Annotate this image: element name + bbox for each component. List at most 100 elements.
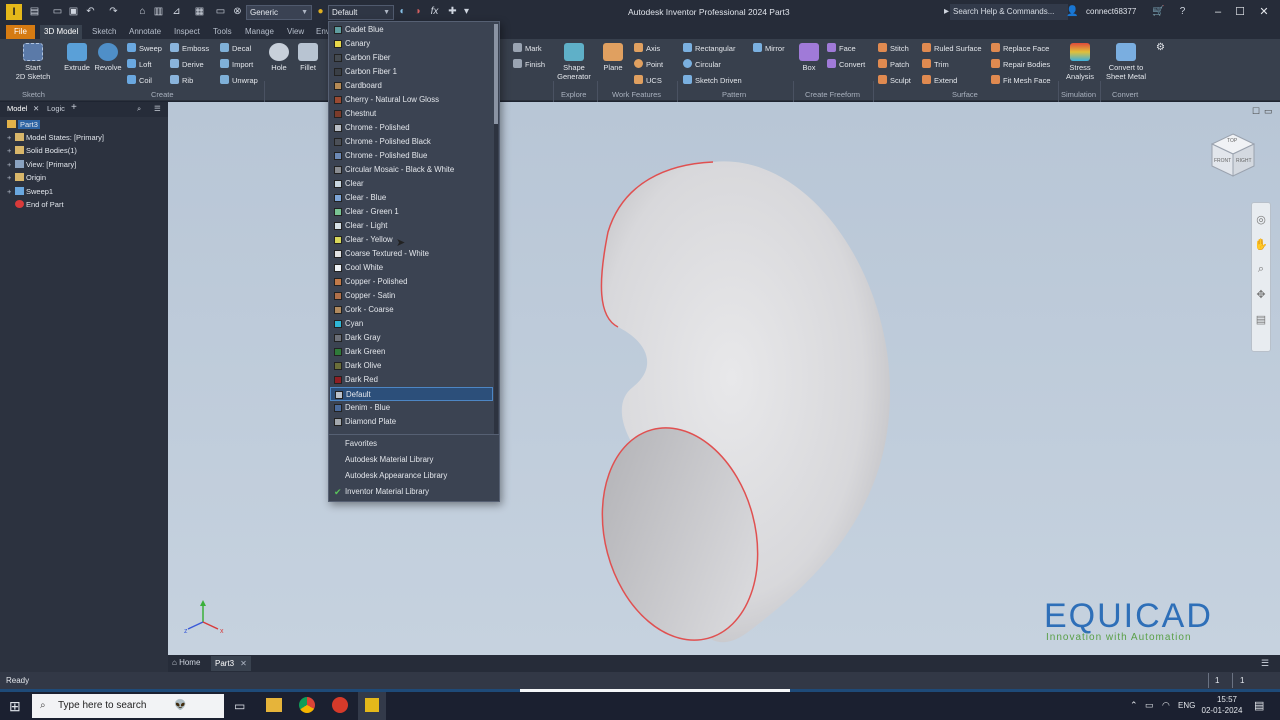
zoom-icon[interactable]: ⌕ [1252,263,1270,276]
decal-button[interactable]: Decal [220,43,251,54]
material-item[interactable]: Clear [330,177,493,191]
emboss-button[interactable]: Emboss [170,43,209,54]
face-button[interactable]: Face [827,43,856,54]
material-item[interactable]: Cardboard [330,79,493,93]
finish-button[interactable]: Finish [513,59,545,70]
library-inventor-material[interactable]: ✔ Inventor Material Library [330,484,498,500]
language-indicator[interactable]: ENG [1178,701,1195,710]
tray-device-icon[interactable]: ▭ [1145,700,1154,711]
measure-icon[interactable]: ⊿ [170,5,183,18]
add-tab-icon[interactable]: + [71,102,77,113]
tab-sketch[interactable]: Sketch [88,25,120,39]
material-item[interactable]: Clear - Blue [330,191,493,205]
material-item[interactable]: Clear - Yellow [330,233,493,247]
tree-item-solid-bodies[interactable]: + Solid Bodies(1) [7,146,77,156]
material-item[interactable]: Clear - Light [330,219,493,233]
browser-tab-model[interactable]: Model [7,104,27,113]
sketch-driven-pattern-button[interactable]: Sketch Driven [683,75,742,86]
repair-bodies-button[interactable]: Repair Bodies [991,59,1050,70]
close-icon[interactable]: ✕ [1256,4,1272,20]
mark-button[interactable]: Mark [513,43,542,54]
derive-button[interactable]: Derive [170,59,204,70]
menu-icon[interactable]: ☰ [154,104,161,113]
tree-item-view[interactable]: + View: [Primary] [7,160,76,170]
tree-item-model-states[interactable]: + Model States: [Primary] [7,133,104,143]
stress-analysis-button[interactable]: Stress Analysis [1061,43,1099,81]
clock-date[interactable]: 02-01-2024 [1198,706,1246,715]
box-button[interactable]: Box [797,43,821,72]
mirror-button[interactable]: Mirror [753,43,785,54]
tab-view[interactable]: View [283,25,308,39]
recorder-icon[interactable] [332,697,348,713]
point-button[interactable]: Point [634,59,663,70]
list-scrollbar[interactable] [494,24,498,434]
tab-menu-icon[interactable]: ☰ [1261,658,1269,669]
appearance-icon[interactable]: ◐ [396,5,409,18]
close-circle-icon[interactable]: ⊗ [231,5,244,18]
material-item[interactable]: Chrome - Polished Black [330,135,493,149]
steering-wheel-icon[interactable]: ◎ [1252,213,1270,226]
qat-customize-icon[interactable]: ▾ [460,5,473,18]
search-icon[interactable]: ⌕ [137,104,141,114]
material-item[interactable]: Default [330,387,493,401]
circular-pattern-button[interactable]: Circular [683,59,721,70]
convert-button[interactable]: Convert [827,59,865,70]
hole-button[interactable]: Hole [266,43,292,72]
fx-parameters-icon[interactable]: fx [428,5,441,18]
windows-start-icon[interactable]: ⊞ [9,698,21,715]
material-item[interactable]: Carbon Fiber 1 [330,65,493,79]
tab-tools[interactable]: Tools [209,25,236,39]
material-item[interactable]: Canary [330,37,493,51]
material-item[interactable]: Chrome - Polished [330,121,493,135]
material-item[interactable]: Cyan [330,317,493,331]
close-icon[interactable]: ✕ [33,104,39,113]
new-file-icon[interactable]: ▤ [28,5,41,18]
revolve-button[interactable]: Revolve [93,43,123,72]
ruled-surface-button[interactable]: Ruled Surface [922,43,982,54]
material-item[interactable]: Copper - Polished [330,275,493,289]
material-item[interactable]: Cork - Coarse [330,303,493,317]
material-item[interactable]: Chestnut [330,107,493,121]
select-mode-icon[interactable]: ▭ [214,5,227,18]
library-autodesk-appearance[interactable]: Autodesk Appearance Library [330,468,498,484]
help-search-input[interactable]: Search Help & Commands... [950,4,1068,20]
stitch-button[interactable]: Stitch [878,43,909,54]
task-view-icon[interactable]: ▭ [234,699,245,713]
orbit-icon[interactable]: ✥ [1252,288,1270,301]
update-icon[interactable]: ▥ [152,5,165,18]
sweep-button[interactable]: Sweep [127,43,162,54]
close-tab-icon[interactable]: ✕ [240,659,247,668]
redo-icon[interactable]: ↷ [107,5,120,18]
tree-item-origin[interactable]: + Origin [7,173,46,183]
pan-icon[interactable]: ✋ [1252,238,1270,251]
maximize-icon[interactable]: ☐ [1232,4,1248,20]
library-favorites[interactable]: Favorites [330,436,498,452]
user-name[interactable]: connect68377 [1086,7,1136,16]
undo-icon[interactable]: ↶ [84,5,97,18]
tab-annotate[interactable]: Annotate [125,25,165,39]
inventor-taskbar-button[interactable] [358,692,386,720]
inventor-logo-icon[interactable]: I [6,4,22,20]
home-icon[interactable]: ⌂ [136,5,149,18]
maximize-viewport-icon[interactable]: ☐ [1252,106,1260,117]
rectangular-pattern-button[interactable]: Rectangular [683,43,735,54]
trim-button[interactable]: Trim [922,59,949,70]
plane-button[interactable]: Plane [600,43,626,72]
material-item[interactable]: Cadet Blue [330,23,493,37]
import-button[interactable]: Import [220,59,253,70]
material-item[interactable]: Dark Gray [330,331,493,345]
restore-icon[interactable]: ▭ [1264,106,1273,117]
plus-icon[interactable]: ✚ [446,5,459,18]
tab-inspect[interactable]: Inspect [170,25,204,39]
extrude-button[interactable]: Extrude [62,43,92,72]
file-explorer-icon[interactable] [266,698,282,712]
appearance-combo[interactable]: Generic ▼ [246,5,312,20]
unwrap-button[interactable]: Unwrap [220,75,258,86]
clear-appearance-icon[interactable]: ◑ [411,5,424,18]
material-item[interactable]: Dark Green [330,345,493,359]
tree-item-sweep[interactable]: + Sweep1 [7,187,53,197]
replace-face-button[interactable]: Replace Face [991,43,1049,54]
minimize-icon[interactable]: – [1210,4,1226,20]
tab-manage[interactable]: Manage [241,25,278,39]
material-item[interactable]: Diamond Plate [330,415,493,429]
